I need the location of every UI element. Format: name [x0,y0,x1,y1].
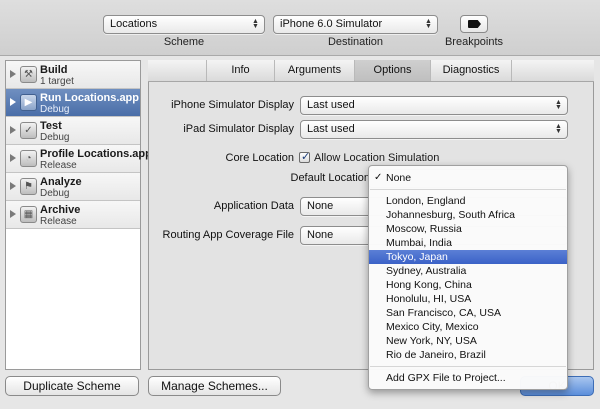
profile-icon: ◔ [20,150,37,167]
tab-bar: Info Arguments Options Diagnostics [148,60,594,82]
scheme-actions-list: ⚒ Build 1 target ▶ Run Locations.app Deb… [5,60,152,370]
popup-arrows-icon: ▲ ▼ [555,99,562,111]
menu-item-location[interactable]: San Francisco, CA, USA [369,306,567,320]
disclosure-triangle-icon[interactable] [10,154,16,162]
destination-popup[interactable]: iPhone 6.0 Simulator ▲ ▼ [273,15,438,34]
sidebar-item-run[interactable]: ▶ Run Locations.app Debug [6,89,140,117]
disclosure-triangle-icon[interactable] [10,182,16,190]
duplicate-scheme-button[interactable]: Duplicate Scheme [5,376,139,396]
menu-item-location[interactable]: Honolulu, HI, USA [369,292,567,306]
manage-schemes-button[interactable]: Manage Schemes... [148,376,281,396]
application-data-label: Application Data [213,200,294,212]
disclosure-triangle-icon[interactable] [10,70,16,78]
checkmark-icon: ✓ [301,151,311,163]
archive-icon: ▦ [20,206,37,223]
scheme-caption: Scheme [163,36,205,48]
menu-item-label: None [386,172,412,184]
sidebar-item-archive[interactable]: ▦ Archive Release [6,201,140,229]
destination-caption: Destination [327,36,384,48]
destination-popup-value: iPhone 6.0 Simulator [280,18,383,30]
breakpoints-button[interactable] [460,15,488,33]
allow-location-label[interactable]: Allow Location Simulation [314,152,439,164]
core-location-label: Core Location [225,152,295,164]
menu-item-add-gpx[interactable]: Add GPX File to Project... [369,371,567,385]
disclosure-triangle-icon[interactable] [10,98,16,106]
breakpoints-caption: Breakpoints [444,36,504,48]
routing-coverage-value: None [307,229,334,241]
allow-location-checkbox[interactable]: ✓ [299,151,311,163]
sidebar-item-build[interactable]: ⚒ Build 1 target [6,61,140,89]
menu-item-location[interactable]: Mexico City, Mexico [369,320,567,334]
sidebar-item-title: Analyze [40,176,82,188]
menu-item-location[interactable]: Rio de Janeiro, Brazil [369,348,567,362]
build-icon: ⚒ [20,66,37,83]
sidebar-item-subtitle: 1 target [40,76,74,87]
sidebar-item-title: Run Locations.app [40,92,139,104]
tab-diagnostics[interactable]: Diagnostics [430,60,512,81]
menu-item-location[interactable]: Sydney, Australia [369,264,567,278]
menu-item-location[interactable]: London, England [369,194,567,208]
menu-item-location[interactable]: New York, NY, USA [369,334,567,348]
application-data-value: None [307,200,334,212]
breakpoint-icon [468,20,481,28]
ipad-display-value: Last used [307,123,355,135]
sidebar-item-title: Profile Locations.app [40,148,152,160]
scheme-popup-value: Locations [110,18,158,30]
routing-coverage-label: Routing App Coverage File [162,229,294,241]
sidebar-item-profile[interactable]: ◔ Profile Locations.app Release [6,145,152,173]
default-location-label: Default Location [290,172,371,184]
sidebar-item-title: Test [40,120,62,132]
tab-options[interactable]: Options [354,60,430,81]
checkmark-icon: ✓ [374,172,383,183]
ipad-display-popup[interactable]: Last used ▲ ▼ [300,120,568,139]
menu-item-none[interactable]: ✓ None [369,171,567,185]
popup-arrows-icon: ▲ ▼ [555,123,562,135]
disclosure-triangle-icon[interactable] [10,126,16,134]
iphone-display-label: iPhone Simulator Display [171,99,294,111]
menu-separator [370,366,566,367]
iphone-display-value: Last used [307,99,355,111]
default-location-menu: ✓ None London, England Johannesburg, Sou… [368,165,568,390]
menu-separator [370,189,566,190]
menu-item-location[interactable]: Moscow, Russia [369,222,567,236]
sidebar-item-subtitle: Debug [40,188,70,199]
sidebar-item-analyze[interactable]: ⚑ Analyze Debug [6,173,140,201]
run-icon: ▶ [20,94,37,111]
sidebar-item-title: Build [40,64,68,76]
analyze-icon: ⚑ [20,178,37,195]
menu-item-location[interactable]: Hong Kong, China [369,278,567,292]
popup-arrows-icon: ▲ ▼ [425,18,432,30]
scheme-popup[interactable]: Locations ▲ ▼ [103,15,265,34]
menu-item-location[interactable]: Johannesburg, South Africa [369,208,567,222]
sidebar-item-subtitle: Release [40,216,77,227]
sidebar-item-test[interactable]: ✓ Test Debug [6,117,140,145]
sidebar-item-subtitle: Debug [40,104,70,115]
disclosure-triangle-icon[interactable] [10,210,16,218]
test-icon: ✓ [20,122,37,139]
tab-arguments[interactable]: Arguments [274,60,354,81]
popup-arrows-icon: ▲ ▼ [252,18,259,30]
menu-item-location-highlighted[interactable]: Tokyo, Japan [369,250,567,264]
sidebar-item-subtitle: Debug [40,132,70,143]
iphone-display-popup[interactable]: Last used ▲ ▼ [300,96,568,115]
sidebar-item-title: Archive [40,204,81,216]
ipad-display-label: iPad Simulator Display [183,123,294,135]
tab-info[interactable]: Info [206,60,274,81]
sidebar-item-subtitle: Release [40,160,77,171]
menu-item-location[interactable]: Mumbai, India [369,236,567,250]
